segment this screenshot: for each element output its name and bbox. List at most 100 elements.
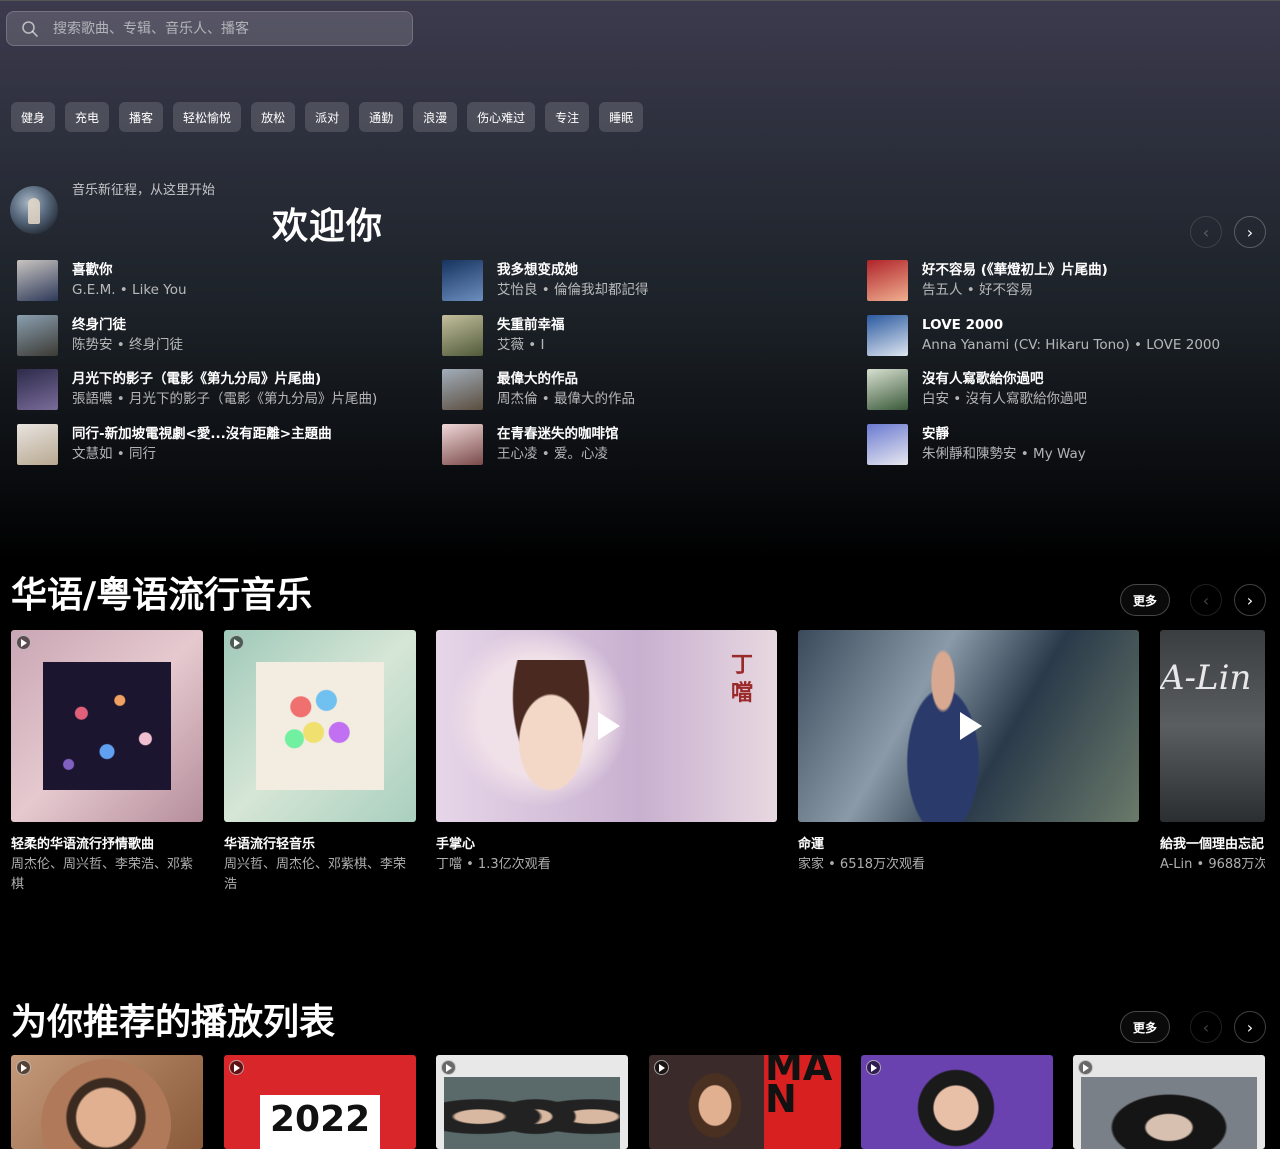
mood-chip[interactable]: 专注 [545, 102, 590, 132]
playlist-cover[interactable] [11, 630, 203, 822]
quick-picks-grid: 喜歡你 G.E.M. • Like You 终身门徒陈势安 • 终身门徒 月光下的… [17, 260, 1267, 470]
playlist-card[interactable]: 2022 [224, 1055, 416, 1149]
song-thumbnail[interactable] [867, 315, 908, 356]
video-card[interactable]: A-Lin 給我一個理由忘記 A-Lin • 9688万次观看 [1160, 630, 1265, 875]
video-thumbnail[interactable]: A-Lin [1160, 630, 1265, 822]
playlist-card[interactable] [11, 1055, 203, 1149]
song-row[interactable]: 在青春迷失的咖啡馆 王心凌 • 爱。心凌 [442, 424, 842, 468]
playlist-card[interactable] [436, 1055, 628, 1149]
avatar[interactable] [10, 186, 58, 234]
section-next-button[interactable]: › [1234, 1011, 1266, 1043]
mood-chip[interactable]: 健身 [11, 102, 56, 132]
song-thumbnail[interactable] [442, 260, 483, 301]
section-prev-button[interactable]: ‹ [1190, 584, 1222, 616]
song-title[interactable]: 喜歡你 [72, 260, 187, 280]
mood-chip[interactable]: 睡眠 [599, 102, 644, 132]
playlist-card[interactable]: 轻柔的华语流行抒情歌曲 周杰伦、周兴哲、李荣浩、邓紫棋 [11, 630, 203, 895]
song-title[interactable]: 月光下的影子（電影《第九分局》片尾曲) [72, 369, 377, 389]
song-thumbnail[interactable] [867, 369, 908, 410]
mood-chip[interactable]: 轻松愉悦 [173, 102, 242, 132]
song-title[interactable]: 最偉大的作品 [497, 369, 635, 389]
song-thumbnail[interactable] [442, 315, 483, 356]
song-title[interactable]: 我多想变成她 [497, 260, 649, 280]
artist-photo [41, 1059, 171, 1149]
song-row[interactable]: LOVE 2000 Anna Yanami (CV: Hikaru Tono) •… [867, 315, 1267, 359]
song-row[interactable]: 最偉大的作品 周杰倫 • 最偉大的作品 [442, 369, 842, 413]
playlist-cover[interactable] [436, 1055, 628, 1149]
song-row[interactable]: 失重前幸福 艾薇 • I [442, 315, 842, 359]
card-title[interactable]: 手掌心 [436, 835, 777, 855]
song-thumbnail[interactable] [867, 424, 908, 465]
section-prev-button[interactable]: ‹ [1190, 1011, 1222, 1043]
card-title[interactable]: 轻柔的华语流行抒情歌曲 [11, 835, 203, 855]
song-thumbnail[interactable] [442, 369, 483, 410]
video-thumbnail[interactable]: 丁 噹 [436, 630, 777, 822]
play-icon [16, 635, 31, 650]
card-subtitle: 家家 • 6518万次观看 [798, 857, 926, 872]
card-title[interactable]: 华语流行轻音乐 [224, 835, 416, 855]
song-row[interactable]: 安靜 朱俐靜和陳勢安 • My Way [867, 424, 1267, 468]
song-row[interactable]: 喜歡你 G.E.M. • Like You [17, 260, 417, 304]
song-title[interactable]: 终身门徒 [72, 315, 183, 335]
mood-chip[interactable]: 派对 [305, 102, 350, 132]
song-title[interactable]: 安靜 [922, 424, 1086, 444]
more-button[interactable]: 更多 [1120, 584, 1170, 616]
song-thumbnail[interactable] [442, 424, 483, 465]
play-icon[interactable] [597, 712, 620, 740]
chevron-left-icon: ‹ [1202, 222, 1210, 242]
song-thumbnail[interactable] [17, 369, 58, 410]
mood-chip[interactable]: 伤心难过 [467, 102, 536, 132]
song-title[interactable]: 同行-新加坡電視劇<愛...沒有距離>主題曲 [72, 424, 332, 444]
song-title[interactable]: 在青春迷失的咖啡馆 [497, 424, 619, 444]
card-title[interactable]: 給我一個理由忘記 [1160, 835, 1265, 855]
song-title[interactable]: 沒有人寫歌給你過吧 [922, 369, 1087, 389]
playlist-card[interactable]: MAN [649, 1055, 841, 1149]
mood-chip[interactable]: 充电 [65, 102, 110, 132]
playlist-cover[interactable]: 2022 [224, 1055, 416, 1149]
artist-photo [901, 1063, 1011, 1149]
cover-art [256, 662, 384, 790]
song-thumbnail[interactable] [17, 424, 58, 465]
playlist-cover[interactable] [11, 1055, 203, 1149]
song-row[interactable]: 终身门徒陈势安 • 终身门徒 [17, 315, 417, 359]
mood-chip[interactable]: 浪漫 [413, 102, 458, 132]
mood-chip[interactable]: 通勤 [359, 102, 404, 132]
playlist-cover[interactable]: MAN [649, 1055, 841, 1149]
artist-photo [1081, 1077, 1257, 1149]
song-row[interactable]: 月光下的影子（電影《第九分局》片尾曲) 張語噥 • 月光下的影子（電影《第九分局》… [17, 369, 417, 413]
song-row[interactable]: 好不容易 (《華燈初上》片尾曲) 告五人 • 好不容易 [867, 260, 1267, 304]
song-title[interactable]: LOVE 2000 [922, 315, 1220, 335]
song-thumbnail[interactable] [867, 260, 908, 301]
card-title[interactable]: 命運 [798, 835, 1139, 855]
artist-photo [496, 660, 606, 810]
card-subtitle: 周杰伦、周兴哲、李荣浩、邓紫棋 [11, 857, 194, 892]
song-subtitle: Anna Yanami (CV: Hikaru Tono) • LOVE 200… [922, 337, 1221, 353]
more-button[interactable]: 更多 [1120, 1011, 1170, 1043]
mood-chip[interactable]: 放松 [251, 102, 296, 132]
search-input[interactable] [53, 20, 393, 37]
playlist-cover[interactable] [861, 1055, 1053, 1149]
play-icon[interactable] [959, 712, 982, 740]
song-thumbnail[interactable] [17, 315, 58, 356]
playlist-card[interactable] [1073, 1055, 1265, 1149]
song-thumbnail[interactable] [17, 260, 58, 301]
song-title[interactable]: 失重前幸福 [497, 315, 565, 335]
song-row[interactable]: 我多想变成她 艾怡良 • 倫倫我却都記得 [442, 260, 842, 304]
song-title[interactable]: 好不容易 (《華燈初上》片尾曲) [922, 260, 1108, 280]
mood-chip[interactable]: 播客 [119, 102, 164, 132]
song-subtitle: 陈势安 • 终身门徒 [72, 337, 184, 353]
section-next-button[interactable]: › [1234, 584, 1266, 616]
section-title: 华语/粤语流行音乐 [11, 575, 313, 616]
video-card[interactable]: 丁 噹 手掌心 丁噹 • 1.3亿次观看 [436, 630, 777, 875]
playlist-card[interactable] [861, 1055, 1053, 1149]
video-thumbnail[interactable] [798, 630, 1139, 822]
video-card[interactable]: 命運 家家 • 6518万次观看 [798, 630, 1139, 875]
song-row[interactable]: 沒有人寫歌給你過吧 白安 • 沒有人寫歌給你過吧 [867, 369, 1267, 413]
quick-picks-next-button[interactable]: › [1234, 216, 1266, 248]
search-bar[interactable] [6, 11, 413, 46]
playlist-cover[interactable] [1073, 1055, 1265, 1149]
playlist-cover[interactable] [224, 630, 416, 822]
playlist-card[interactable]: 华语流行轻音乐 周兴哲、周杰伦、邓紫棋、李荣浩 [224, 630, 416, 895]
song-row[interactable]: 同行-新加坡電視劇<愛...沒有距離>主題曲 文慧如 • 同行 [17, 424, 417, 468]
quick-picks-prev-button[interactable]: ‹ [1190, 216, 1222, 248]
